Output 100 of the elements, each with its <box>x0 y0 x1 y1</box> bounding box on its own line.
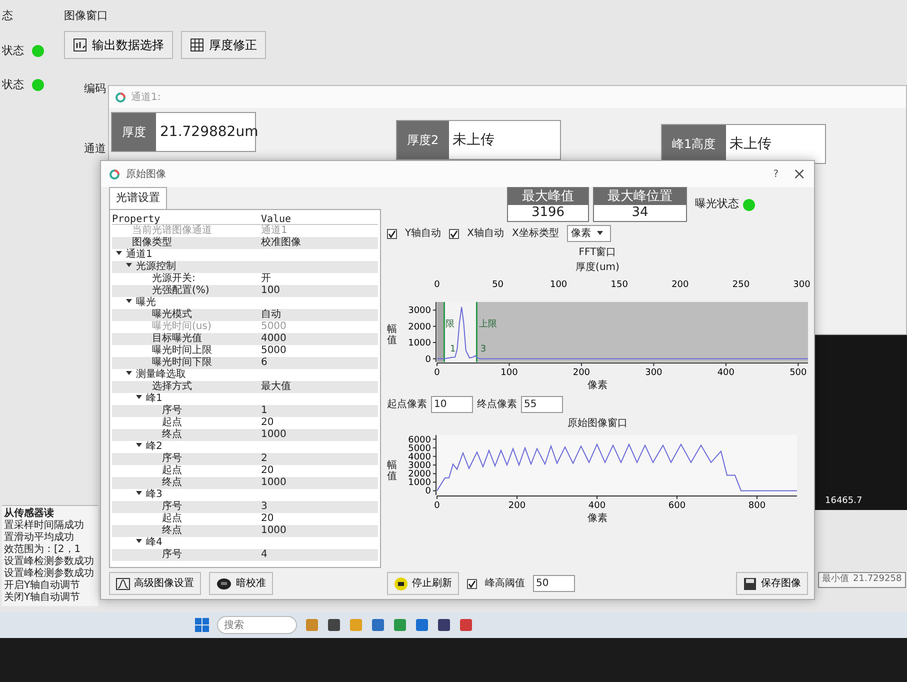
close-button[interactable]: × <box>792 162 806 186</box>
lens-icon <box>216 578 232 590</box>
checkbox-label: 峰高阈值 <box>485 576 525 591</box>
chart-annotation: 上限 <box>478 318 497 329</box>
caret-icon[interactable] <box>126 263 132 268</box>
property-value[interactable]: 20 <box>260 416 274 428</box>
settings-button[interactable]: 暗校准 <box>209 572 273 595</box>
axis-tick-label: 1000 <box>408 478 431 488</box>
window-title: 通道1: <box>131 90 161 104</box>
dropdown[interactable]: 像素 <box>566 225 611 242</box>
property-value[interactable]: 自动 <box>260 308 281 320</box>
app-icon <box>305 618 319 632</box>
table-icon <box>190 38 204 52</box>
status-label: 状态 <box>2 77 24 93</box>
cell-value: 21.729882um <box>159 122 256 142</box>
property-value[interactable]: 1000 <box>260 476 286 488</box>
spin-field[interactable]: 10 <box>431 396 473 412</box>
app-icon <box>349 618 363 632</box>
threshold-field[interactable]: 50 <box>533 575 575 592</box>
help-button[interactable]: ? <box>765 166 787 182</box>
settings-button[interactable]: 高级图像设置 <box>109 572 201 595</box>
spin-field[interactable]: 55 <box>521 396 563 412</box>
metric-value: 34 <box>594 205 686 221</box>
chart-annotation: 3 <box>480 344 486 354</box>
save-image-button[interactable]: 保存图像 <box>736 572 808 595</box>
checkbox[interactable] <box>387 228 397 238</box>
property-value[interactable]: 100 <box>260 284 280 296</box>
cell-value: 未上传 <box>728 134 773 154</box>
checkbox-label: X轴自动 <box>467 226 504 241</box>
property-name: 起点 <box>162 464 182 476</box>
axis-tick-label: 0 <box>434 368 440 378</box>
checkbox[interactable] <box>467 578 477 588</box>
property-value[interactable]: 20 <box>260 464 274 476</box>
property-name: 曝光时间(us) <box>152 320 212 332</box>
metric-value: 3196 <box>508 205 588 221</box>
property-value[interactable]: 5000 <box>260 344 286 356</box>
stop-refresh-button[interactable]: 停止刷新 <box>387 572 459 595</box>
group-name: 曝光 <box>136 296 156 308</box>
log-line: 置采样时间隔成功 <box>4 520 85 532</box>
app-icon <box>393 618 407 632</box>
property-value[interactable]: 1000 <box>260 428 286 440</box>
checkbox[interactable] <box>449 228 460 238</box>
property-value[interactable]: 1000 <box>260 524 286 536</box>
app-icon <box>437 618 451 632</box>
group-name: 通道1 <box>126 248 152 260</box>
windows-icon <box>195 618 209 632</box>
axis-title: 像素 <box>586 378 608 392</box>
property-value[interactable]: 20 <box>260 512 274 524</box>
caret-icon[interactable] <box>126 299 132 304</box>
axis-tick-label: 300 <box>793 280 810 289</box>
axis-title: 幅值 <box>387 324 397 346</box>
property-value[interactable]: 最大值 <box>260 380 291 392</box>
axis-title: 幅值 <box>387 460 397 482</box>
toolbar-button[interactable]: 输出数据选择 <box>64 30 173 58</box>
group-name: 光源控制 <box>136 260 176 272</box>
axis-tick-label: 400 <box>588 500 606 510</box>
property-value[interactable]: 1 <box>260 404 268 416</box>
app-icon <box>459 618 473 632</box>
caret-icon[interactable] <box>116 251 122 256</box>
axis-tick-label: 50 <box>492 280 504 289</box>
axis-tick-label: 3000 <box>408 306 431 316</box>
chart-title: 原始图像窗口 <box>566 416 628 430</box>
property-name: 终点 <box>162 476 182 488</box>
min-value-field[interactable]: 最小值 21.729258 <box>818 572 906 588</box>
chart-annotation: 1 <box>450 344 456 354</box>
ring-icon <box>109 168 120 180</box>
group-label: 通道 <box>84 141 106 157</box>
property-value[interactable]: 4000 <box>260 332 286 344</box>
log-line: 关闭Y轴自动调节 <box>4 592 82 604</box>
app-icon <box>415 618 429 632</box>
chart-title: FFT窗口 <box>578 246 618 260</box>
tab[interactable]: 光谱设置 <box>109 187 167 208</box>
property-value[interactable]: 3 <box>260 500 268 512</box>
caret-icon[interactable] <box>136 539 142 544</box>
property-name: 序号 <box>162 548 182 560</box>
toolbar-button[interactable]: 厚度修正 <box>181 30 266 58</box>
property-value[interactable]: 2 <box>260 452 268 464</box>
caret-icon[interactable] <box>136 491 142 496</box>
property-value[interactable]: 4 <box>260 548 268 560</box>
property-value[interactable]: 6 <box>260 356 268 368</box>
property-value[interactable]: 校准图像 <box>260 236 301 248</box>
floppy-icon <box>743 576 757 590</box>
property-value[interactable]: 开 <box>260 272 271 284</box>
window-title: 图像窗口 <box>64 8 109 24</box>
caret-icon[interactable] <box>126 371 132 376</box>
ring-icon <box>115 92 126 102</box>
column-header: Property <box>112 212 162 224</box>
column-header: Value <box>260 212 292 224</box>
check-icon <box>388 230 396 238</box>
search-field[interactable]: 搜索 <box>217 616 297 634</box>
app-icon <box>371 618 385 632</box>
property-name: 曝光时间上限 <box>152 344 212 356</box>
y-axis <box>432 301 436 362</box>
axis-tick-label: 100 <box>550 280 568 289</box>
caret-icon[interactable] <box>136 443 142 448</box>
property-name: 选择方式 <box>152 380 192 392</box>
caret-icon[interactable] <box>136 395 142 400</box>
axis-tick-label: 600 <box>668 500 686 510</box>
log-line: 设置峰检测参数成功 <box>4 556 95 568</box>
log-line: 置滑动平均成功 <box>4 532 75 544</box>
